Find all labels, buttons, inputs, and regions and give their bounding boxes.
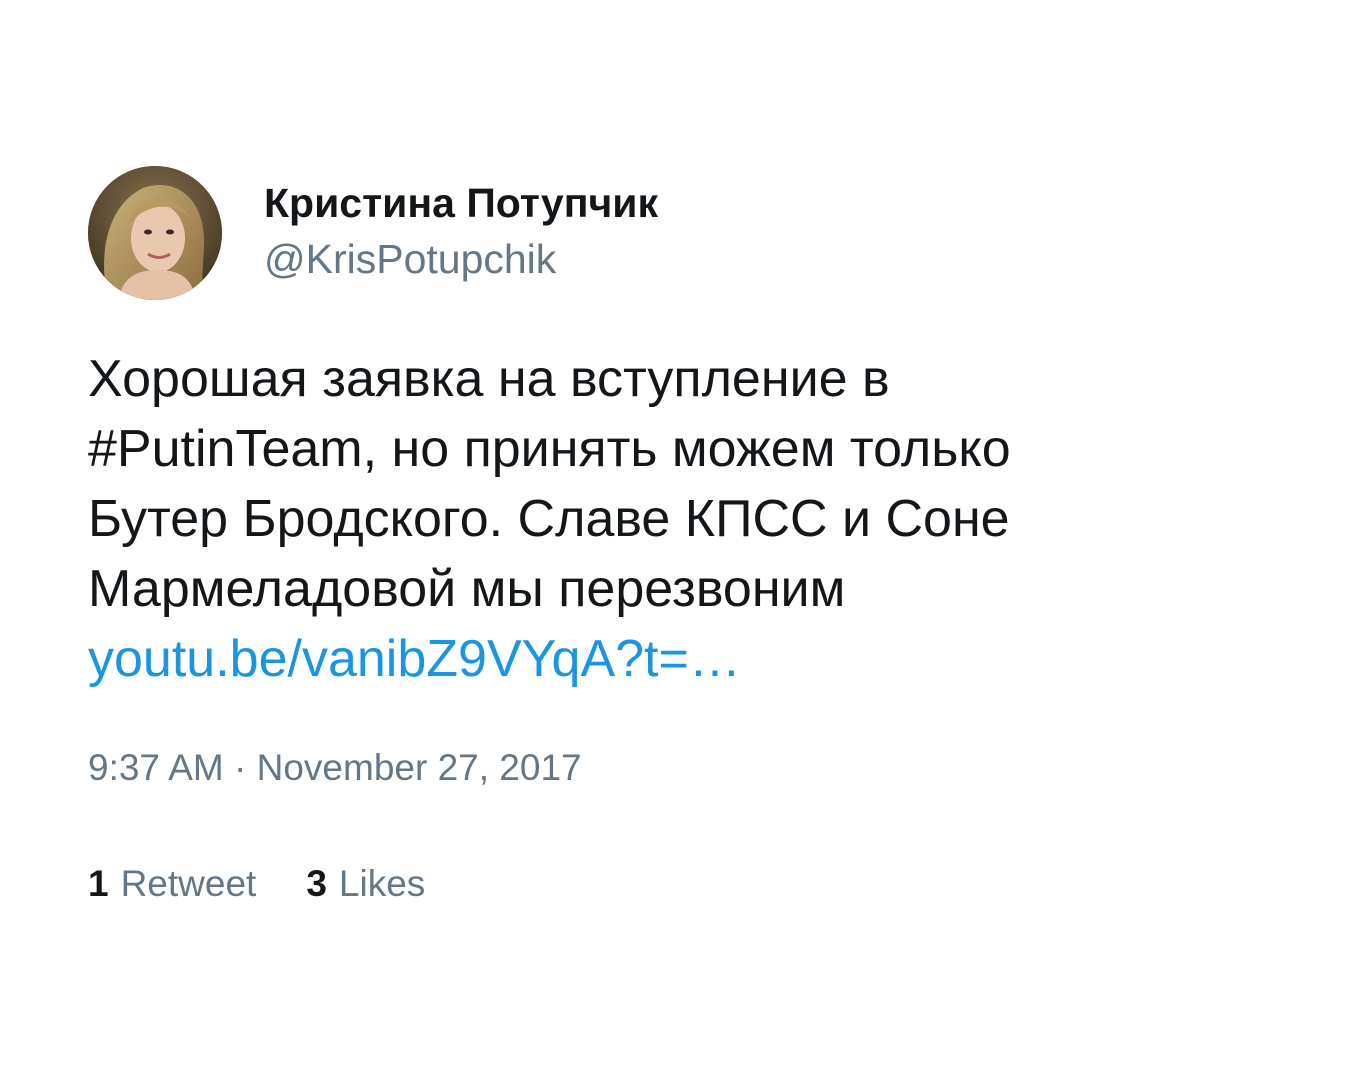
tweet-text: Хорошая заявка на вступление в #PutinTea…	[88, 344, 1188, 694]
likes-stat[interactable]: 3 Likes	[306, 862, 425, 906]
tweet-link[interactable]: youtu.be/vanibZ9VYqA?t=…	[88, 624, 1188, 694]
retweets-count: 1	[88, 863, 109, 904]
avatar-image	[88, 166, 222, 300]
likes-label: Likes	[338, 863, 426, 904]
tweet-text-line: Мармеладовой мы перезвоним	[88, 560, 846, 618]
tweet-card: Кристина Потупчик @KrisPotupchik Хорошая…	[88, 166, 1268, 906]
tweet-text-line: Хорошая заявка на вступление в	[88, 350, 890, 408]
user-names: Кристина Потупчик @KrisPotupchik	[264, 180, 658, 283]
retweets-stat[interactable]: 1 Retweet	[88, 862, 256, 906]
tweet-timestamp[interactable]: 9:37 AM · November 27, 2017	[88, 746, 1268, 790]
user-handle[interactable]: @KrisPotupchik	[264, 235, 658, 283]
retweets-label: Retweet	[120, 863, 257, 904]
tweet-stats: 1 Retweet 3 Likes	[88, 862, 1268, 906]
likes-count: 3	[306, 863, 327, 904]
tweet-text-line: #PutinTeam, но принять можем только	[88, 420, 1011, 478]
tweet-header: Кристина Потупчик @KrisPotupchik	[88, 166, 1268, 300]
avatar[interactable]	[88, 166, 222, 300]
tweet-text-line: Бутер Бродского. Славе КПСС и Соне	[88, 490, 1010, 548]
display-name[interactable]: Кристина Потупчик	[264, 179, 658, 227]
